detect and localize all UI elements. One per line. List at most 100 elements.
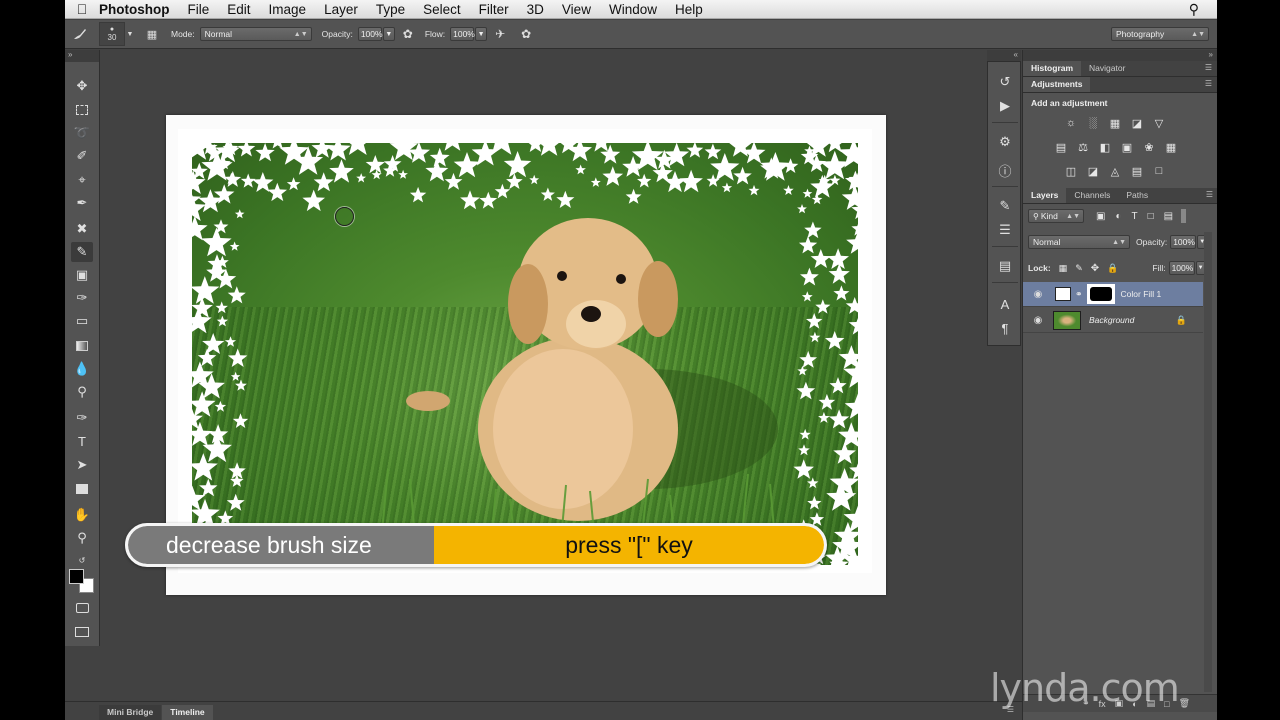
filter-toggle-icon[interactable] xyxy=(1181,209,1187,223)
layer-row-background[interactable]: ◉ Background 🔒 xyxy=(1023,308,1203,333)
black-white-icon[interactable]: ◧ xyxy=(1097,140,1113,154)
brush-picker-arrow-icon[interactable]: ▼ xyxy=(125,31,135,38)
gradient-tool-icon[interactable] xyxy=(71,336,93,356)
tab-mini-bridge[interactable]: Mini Bridge xyxy=(99,705,162,720)
brush-panel-icon[interactable]: ✎ xyxy=(994,196,1016,216)
crop-tool-icon[interactable]: ⌖ xyxy=(71,170,93,190)
mode-dropdown[interactable]: Normal ▲▼ xyxy=(199,27,312,41)
filter-smart-object-icon[interactable]: ▤ xyxy=(1164,211,1173,222)
foreground-color-swatch[interactable] xyxy=(69,569,84,584)
spotlight-search-icon[interactable]: ⚲ xyxy=(1189,1,1199,18)
histogram-panel-menu-icon[interactable]: ☰ xyxy=(1205,63,1212,72)
invert-icon[interactable]: ◫ xyxy=(1063,164,1079,178)
visibility-eye-icon[interactable]: ◉ xyxy=(1023,315,1053,326)
menu-layer[interactable]: Layer xyxy=(324,2,358,17)
apple-icon[interactable]:  xyxy=(65,1,99,17)
pressure-opacity-icon[interactable]: ✿ xyxy=(395,27,421,41)
blur-tool-icon[interactable]: 💧 xyxy=(71,359,93,379)
flow-slider-toggle[interactable]: ▼ xyxy=(475,27,488,41)
tab-channels[interactable]: Channels xyxy=(1066,188,1118,203)
filter-adjustment-icon[interactable]: ◐ xyxy=(1115,211,1121,222)
tab-paths[interactable]: Paths xyxy=(1118,188,1156,203)
vibrance-icon[interactable]: ▽ xyxy=(1151,116,1167,130)
tab-timeline[interactable]: Timeline xyxy=(162,705,213,720)
curves-icon[interactable]: ▦ xyxy=(1107,116,1123,130)
quick-mask-icon[interactable] xyxy=(71,598,93,618)
healing-brush-tool-icon[interactable]: ✖ xyxy=(71,219,93,239)
kind-filter-dropdown[interactable]: ⚲ Kind ▲▼ xyxy=(1028,209,1084,223)
clone-source-icon[interactable]: ▤ xyxy=(994,256,1016,276)
info-panel-icon[interactable]: ⓘ xyxy=(994,160,1016,180)
brush-size-picker[interactable]: ● 30 xyxy=(99,22,125,46)
menu-image[interactable]: Image xyxy=(269,2,307,17)
fill-field[interactable]: 100% xyxy=(1168,261,1195,275)
history-brush-tool-icon[interactable]: ✑ xyxy=(71,288,93,308)
hand-tool-icon[interactable]: ✋ xyxy=(71,505,93,525)
screen-mode-icon[interactable] xyxy=(71,622,93,642)
swap-colors-icon[interactable]: ↺ xyxy=(71,550,93,570)
lock-all-icon[interactable]: 🔒 xyxy=(1107,263,1118,274)
brush-tool-icon[interactable]: ✎ xyxy=(71,242,93,262)
pressure-size-icon[interactable]: ✿ xyxy=(513,27,539,41)
path-selection-tool-icon[interactable]: ➤ xyxy=(71,455,93,475)
opacity-slider-toggle[interactable]: ▼ xyxy=(382,27,395,41)
menu-3d[interactable]: 3D xyxy=(527,2,544,17)
brightness-contrast-icon[interactable]: ☼ xyxy=(1063,116,1079,130)
levels-icon[interactable]: ░ xyxy=(1085,116,1101,130)
layers-scrollbar[interactable] xyxy=(1204,232,1212,692)
adjustments-panel-menu-icon[interactable]: ☰ xyxy=(1205,79,1212,88)
eraser-tool-icon[interactable]: ▭ xyxy=(71,311,93,331)
layer-mask-thumbnail[interactable] xyxy=(1086,284,1115,304)
color-balance-icon[interactable]: ⚖ xyxy=(1075,140,1091,154)
layer-opacity-field[interactable]: 100% xyxy=(1170,235,1197,249)
posterize-icon[interactable]: ◪ xyxy=(1085,164,1101,178)
photo-filter-icon[interactable]: ▣ xyxy=(1119,140,1135,154)
flow-field[interactable]: 100% xyxy=(450,27,475,41)
gradient-map-icon[interactable]: ▤ xyxy=(1129,164,1145,178)
channel-mixer-icon[interactable]: ❀ xyxy=(1141,140,1157,154)
dock-collapse-icon[interactable]: « xyxy=(987,50,1021,61)
history-panel-icon[interactable]: ↺ xyxy=(994,72,1016,92)
workspace-switcher[interactable]: Photography ▲▼ xyxy=(1111,27,1209,41)
menu-select[interactable]: Select xyxy=(423,2,461,17)
hue-saturation-icon[interactable]: ▤ xyxy=(1053,140,1069,154)
marquee-tool-icon[interactable] xyxy=(71,100,93,120)
menu-filter[interactable]: Filter xyxy=(479,2,509,17)
tab-navigator[interactable]: Navigator xyxy=(1081,61,1133,76)
brush-tool-preset-icon[interactable] xyxy=(65,27,95,41)
brush-panel-toggle-icon[interactable]: ▦ xyxy=(141,28,163,41)
tab-histogram[interactable]: Histogram xyxy=(1023,61,1082,76)
menu-window[interactable]: Window xyxy=(609,2,657,17)
layer-row-color-fill[interactable]: ◉ ⚭ Color Fill 1 xyxy=(1023,282,1203,307)
menu-app-name[interactable]: Photoshop xyxy=(99,2,170,17)
menu-type[interactable]: Type xyxy=(376,2,405,17)
exposure-icon[interactable]: ◪ xyxy=(1129,116,1145,130)
tab-adjustments[interactable]: Adjustments xyxy=(1023,77,1091,92)
tools-collapse-icon[interactable]: » xyxy=(65,50,99,62)
panels-collapse-icon[interactable]: » xyxy=(1023,50,1217,61)
eyedropper-tool-icon[interactable]: ✒ xyxy=(71,193,93,213)
airbrush-icon[interactable]: ✈ xyxy=(487,27,513,41)
blend-mode-dropdown[interactable]: Normal ▲▼ xyxy=(1028,235,1130,249)
clone-stamp-tool-icon[interactable]: ▣ xyxy=(71,265,93,285)
visibility-eye-icon[interactable]: ◉ xyxy=(1023,289,1053,300)
menu-help[interactable]: Help xyxy=(675,2,703,17)
type-tool-icon[interactable]: T xyxy=(71,431,93,451)
menu-view[interactable]: View xyxy=(562,2,591,17)
filter-shape-icon[interactable]: □ xyxy=(1148,211,1154,222)
lock-image-icon[interactable]: ✎ xyxy=(1075,263,1083,274)
lock-position-icon[interactable]: ✥ xyxy=(1091,263,1099,274)
color-lookup-icon[interactable]: ▦ xyxy=(1163,140,1179,154)
filter-type-icon[interactable]: T xyxy=(1132,211,1138,222)
actions-panel-icon[interactable]: ▶ xyxy=(994,96,1016,116)
menu-file[interactable]: File xyxy=(188,2,210,17)
paragraph-panel-icon[interactable]: ¶ xyxy=(994,318,1016,338)
lock-transparent-icon[interactable]: ▦ xyxy=(1059,263,1068,274)
tab-layers[interactable]: Layers xyxy=(1023,188,1067,203)
menu-edit[interactable]: Edit xyxy=(227,2,250,17)
brush-presets-icon[interactable]: ☰ xyxy=(994,220,1016,240)
move-tool-icon[interactable]: ✥ xyxy=(71,76,93,96)
layers-panel-menu-icon[interactable]: ☰ xyxy=(1206,190,1213,199)
pen-tool-icon[interactable]: ✑ xyxy=(71,408,93,428)
zoom-tool-icon[interactable]: ⚲ xyxy=(71,528,93,548)
